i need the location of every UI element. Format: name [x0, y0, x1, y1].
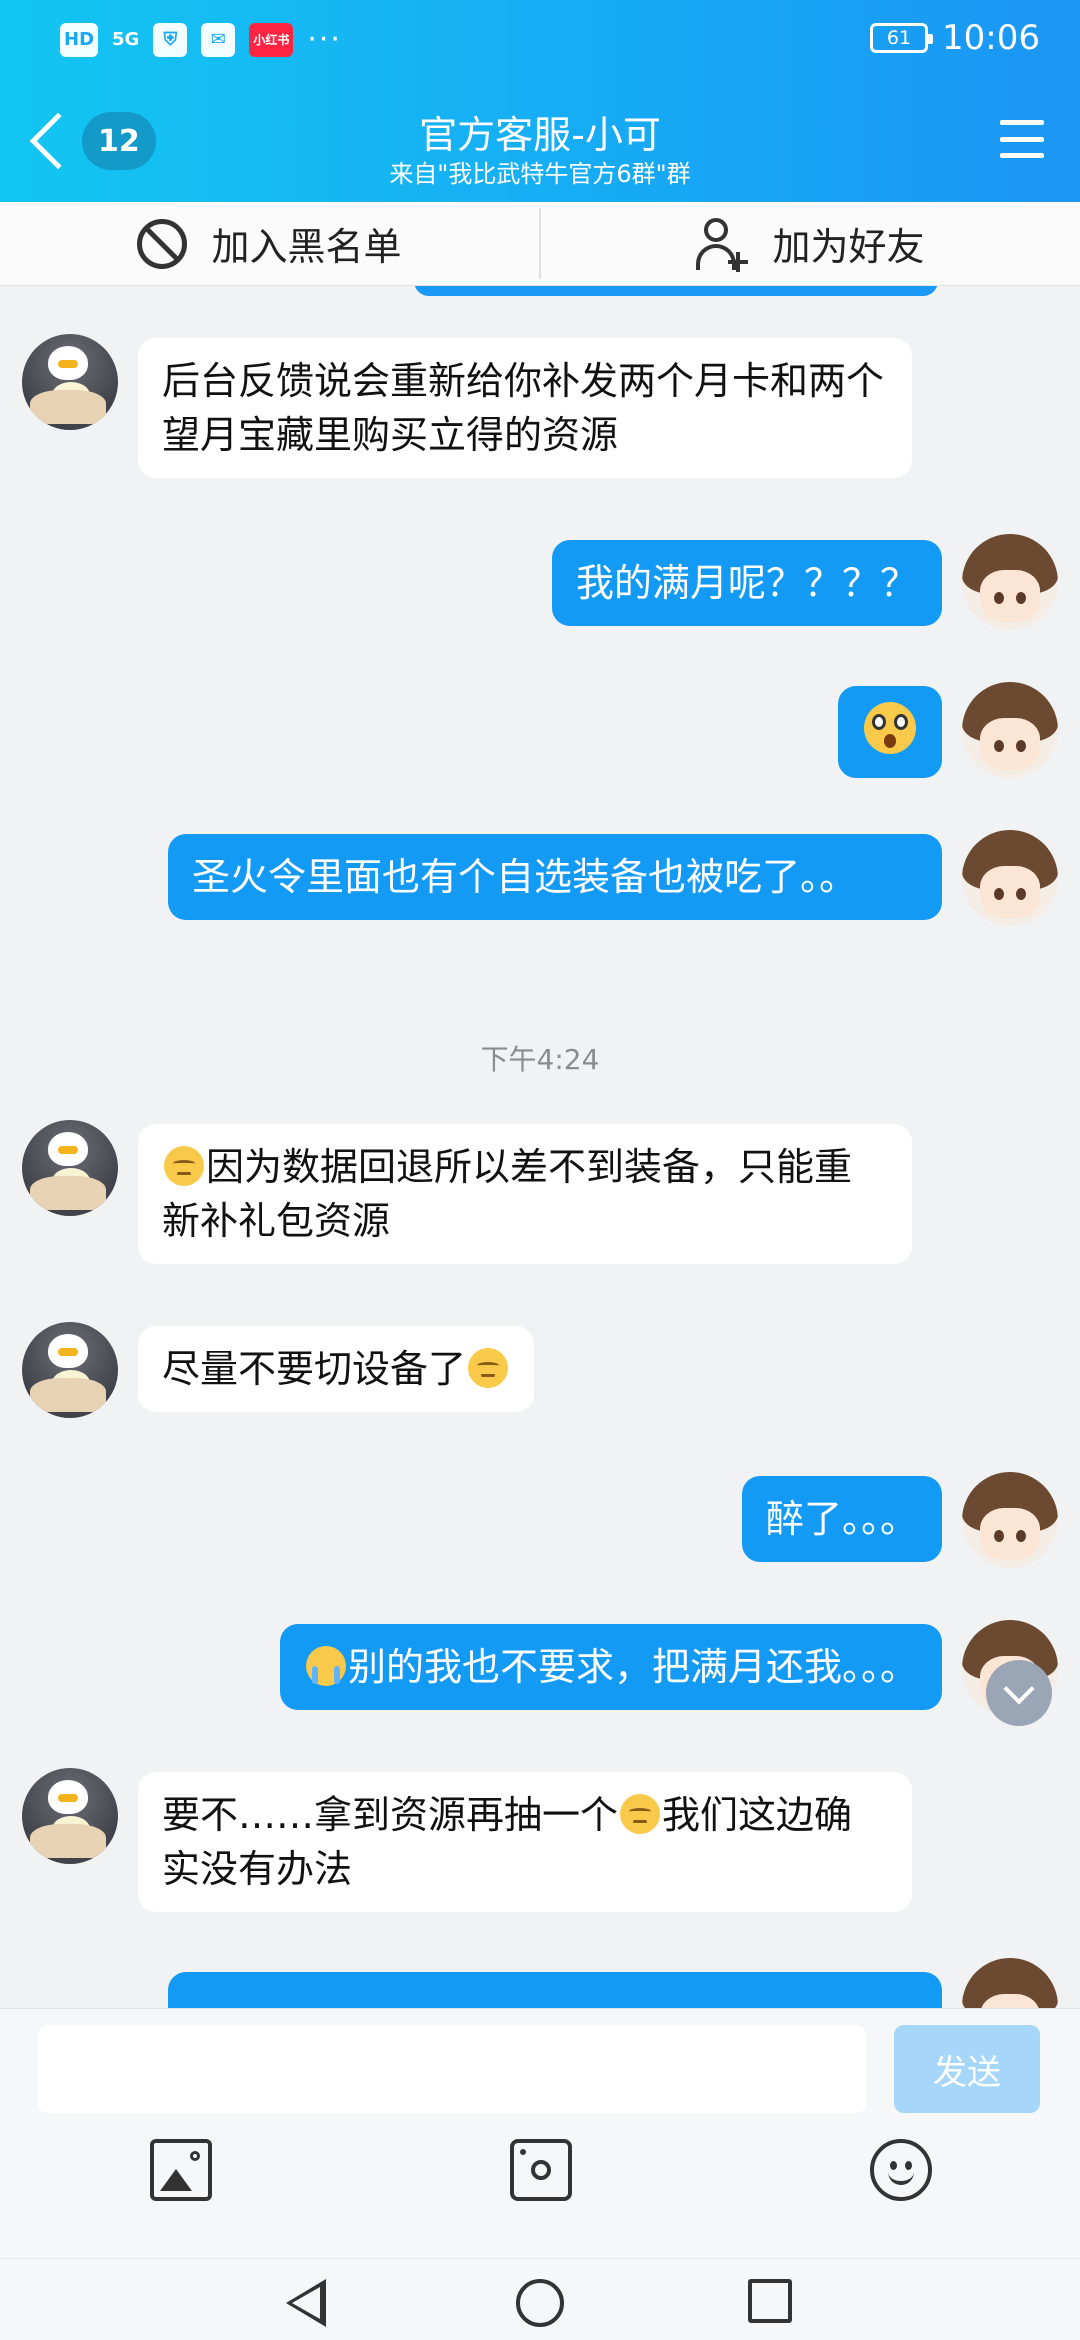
shocked-emoji-icon [864, 702, 916, 754]
my-avatar[interactable] [962, 534, 1058, 630]
outgoing-bubble-partial [414, 286, 938, 296]
chat-header: HD 5G ⛨ ✉ 小红书 ··· 61 10:06 12 官方客服-小可 来自… [0, 0, 1080, 202]
add-to-blacklist-button[interactable]: 加入黑名单 [0, 202, 539, 285]
contact-action-bar: 加入黑名单 加为好友 [0, 202, 1080, 286]
system-navigation-bar [0, 2258, 1080, 2340]
message-list[interactable]: 后台反馈说会重新给你补发两个月卡和两个望月宝藏里购买立得的资源 我的满月呢？？？… [0, 286, 1080, 2008]
add-friend-label: 加为好友 [772, 225, 925, 269]
message-text: 因为数据回退所以差不到装备，只能重新补礼包资源 [162, 1145, 853, 1243]
outgoing-message-bubble[interactable]: 圣火令里面也有个自选装备也被吃了。。 [168, 834, 942, 920]
shield-icon: ⛨ [153, 22, 188, 57]
my-avatar[interactable] [962, 830, 1058, 926]
image-icon[interactable] [150, 2139, 212, 2201]
message-text: 圣火令里面也有个自选装备也被吃了。。 [192, 855, 858, 899]
outgoing-message-bubble[interactable] [838, 686, 942, 778]
message-text: 别的我也不要求，把满月还我。。。 [347, 1645, 918, 1689]
menu-button[interactable] [1000, 120, 1044, 158]
nav-home-icon[interactable] [516, 2279, 564, 2327]
input-area: 发送 [0, 2008, 1080, 2258]
my-avatar[interactable] [962, 682, 1058, 778]
chat-title: 官方客服-小可 [419, 113, 661, 157]
status-bar: HD 5G ⛨ ✉ 小红书 ··· 61 10:06 [0, 0, 1080, 82]
menu-icon [1000, 120, 1044, 125]
message-text: 后台反馈说会重新给你补发两个月卡和两个望月宝藏里购买立得的资源 [162, 359, 885, 457]
wechat-icon: ✉ [201, 22, 236, 57]
message-timestamp: 下午4:24 [480, 1043, 600, 1076]
message-text: 尽量不要切设备了 [162, 1347, 467, 1391]
more-notifications-icon: ··· [307, 22, 342, 57]
add-user-icon [696, 217, 749, 272]
battery-icon: 61 [870, 23, 934, 53]
incoming-message-bubble[interactable]: 要不……拿到资源再抽一个 我们这边确实没有办法 [138, 1772, 912, 1912]
my-avatar[interactable] [962, 1472, 1058, 1568]
incoming-message-bubble[interactable]: 因为数据回退所以差不到装备，只能重新补礼包资源 [138, 1124, 912, 1264]
add-to-blacklist-label: 加入黑名单 [211, 225, 402, 269]
camera-icon[interactable] [510, 2139, 572, 2201]
hd-network-icon: HD [60, 22, 99, 57]
sad-emoji-icon [620, 1794, 661, 1834]
status-time: 10:06 [942, 18, 1040, 58]
emoji-icon[interactable] [870, 2139, 932, 2201]
crying-emoji-icon [305, 1646, 346, 1686]
nav-back-icon[interactable] [286, 2279, 326, 2327]
message-input[interactable] [38, 2025, 866, 2113]
scroll-to-bottom-button[interactable] [986, 1660, 1052, 1726]
outgoing-message-bubble[interactable]: 别的我也不要求，把满月还我。。。 [279, 1624, 942, 1710]
chevron-down-icon [1003, 1673, 1035, 1705]
service-avatar[interactable] [22, 1120, 118, 1216]
chat-subtitle: 来自"我比武特牛官方6群"群 [389, 160, 691, 188]
message-text: 醉了。。。 [765, 1497, 918, 1541]
network-type-label: 5G [112, 29, 140, 50]
send-button[interactable]: 发送 [894, 2025, 1040, 2113]
xiaohongshu-icon: 小红书 [249, 22, 294, 57]
outgoing-message-bubble[interactable]: 我的满月呢？？？？ [551, 540, 942, 626]
outgoing-message-bubble-partial[interactable] [168, 1972, 942, 2008]
outgoing-message-bubble[interactable]: 醉了。。。 [741, 1476, 942, 1562]
sad-emoji-icon [468, 1348, 509, 1388]
nav-recents-icon[interactable] [748, 2279, 792, 2323]
service-avatar[interactable] [22, 1768, 118, 1864]
incoming-message-bubble[interactable]: 尽量不要切设备了 [138, 1326, 535, 1412]
message-text: 我的满月呢？？？？ [575, 561, 918, 605]
battery-level: 61 [886, 27, 912, 49]
message-text-part: 要不……拿到资源再抽一个 [162, 1793, 619, 1837]
incoming-message-bubble[interactable]: 后台反馈说会重新给你补发两个月卡和两个望月宝藏里购买立得的资源 [138, 338, 912, 478]
add-friend-button[interactable]: 加为好友 [541, 202, 1080, 285]
service-avatar[interactable] [22, 1322, 118, 1418]
block-icon [137, 218, 188, 269]
service-avatar[interactable] [22, 334, 118, 430]
sad-emoji-icon [164, 1146, 204, 1186]
my-avatar[interactable] [962, 1958, 1058, 2008]
